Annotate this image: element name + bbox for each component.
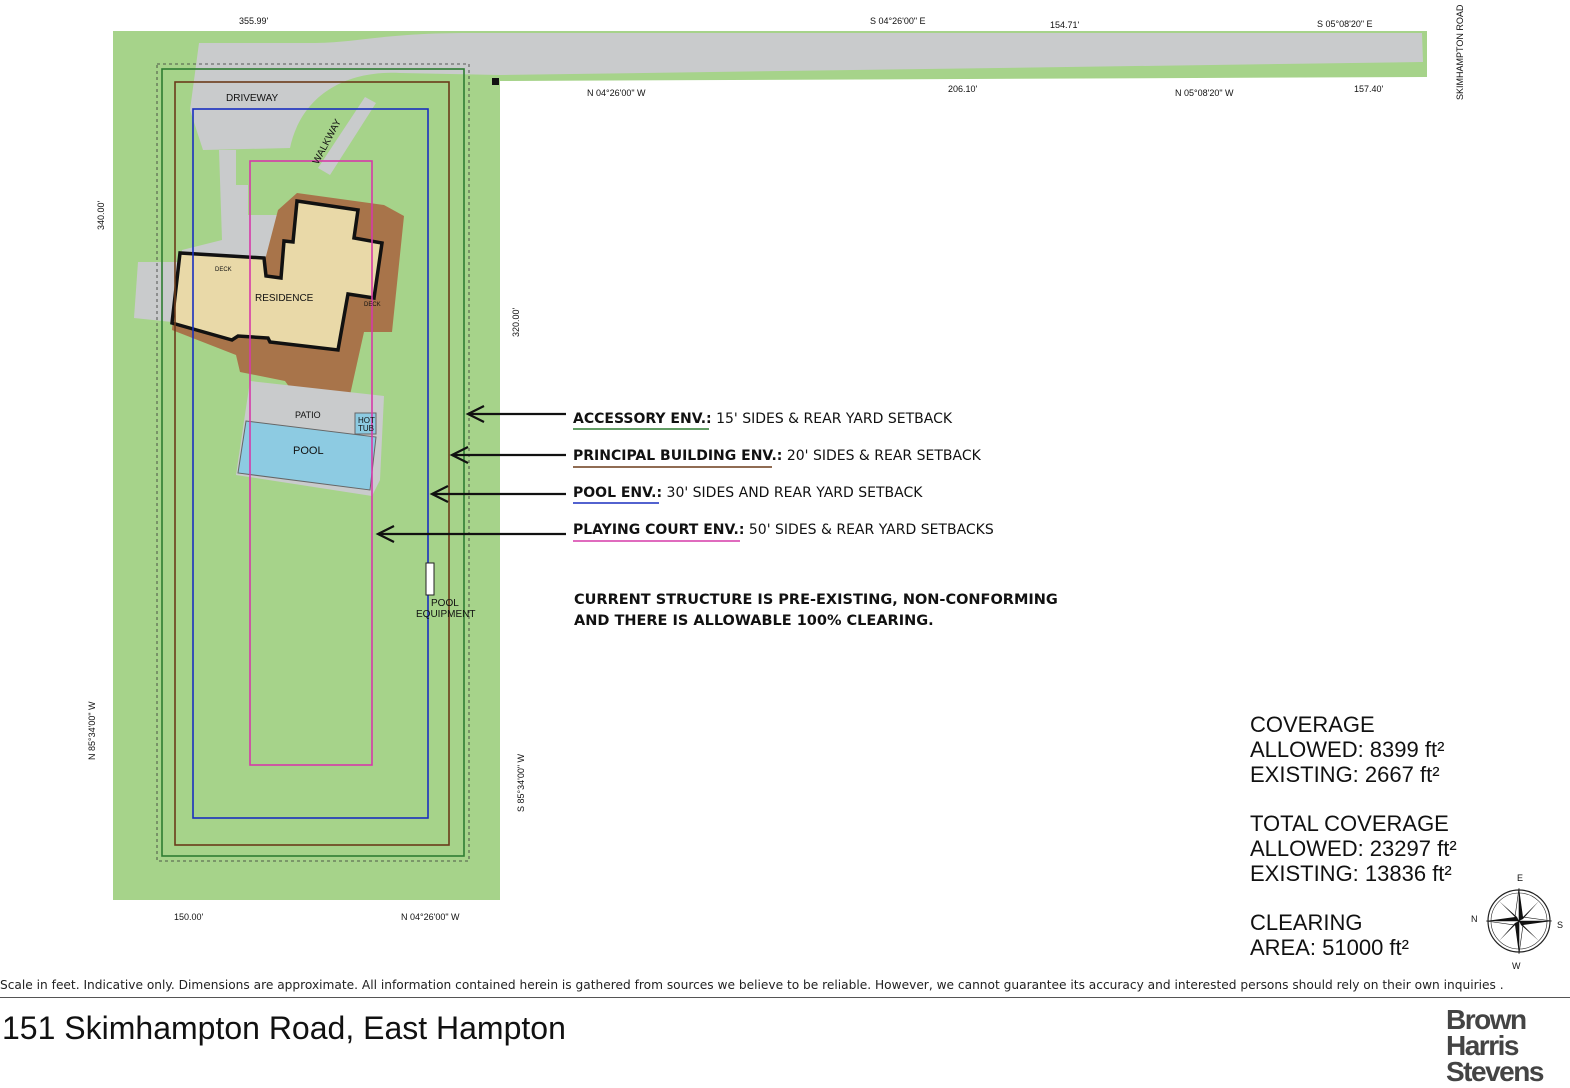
dim-inner-mid: 206.10' — [948, 84, 978, 94]
legend-accessory: ACCESSORY ENV.: 15' SIDES & REAR YARD SE… — [573, 411, 953, 427]
road-label: SKIMHAMPTON ROAD — [1455, 4, 1465, 100]
dim-right-bearing: S 85°34'00" W — [516, 753, 526, 812]
legend-pool: POOL ENV.: 30' SIDES AND REAR YARD SETBA… — [573, 485, 923, 501]
patio-label: PATIO — [295, 410, 321, 420]
compass-rose — [1485, 887, 1553, 955]
pool-equipment-pad — [425, 562, 435, 596]
dim-top-left: 355.99' — [239, 16, 269, 26]
hot-tub-label-2: TUB — [358, 424, 374, 433]
dim-bottom-left: 150.00' — [174, 912, 204, 922]
property-address: 151 Skimhampton Road, East Hampton — [2, 1010, 566, 1046]
dim-inner-right: 157.40' — [1354, 84, 1384, 94]
total-coverage-title: TOTAL COVERAGE — [1250, 811, 1449, 836]
dim-inner-bearing-2: N 05°08'20" W — [1175, 88, 1234, 98]
brand-line-3: Stevens — [1446, 1056, 1544, 1087]
note-line-2: AND THERE IS ALLOWABLE 100% CLEARING. — [574, 613, 934, 629]
pool-label: POOL — [293, 445, 324, 457]
coverage-existing: EXISTING: 2667 ft² — [1250, 762, 1440, 787]
pool-equipment-label-2: EQUIPMENT — [416, 609, 475, 620]
brand-logo: Brown Harris Stevens — [1446, 1006, 1564, 1087]
total-coverage-allowed: ALLOWED: 23297 ft² — [1250, 836, 1457, 861]
residence-label: RESIDENCE — [255, 293, 314, 304]
note-line-1: CURRENT STRUCTURE IS PRE-EXISTING, NON-C… — [574, 592, 1058, 608]
dim-left-bearing: N 85°34'00" W — [87, 701, 97, 760]
footer-divider — [0, 997, 1570, 998]
legend-principal: PRINCIPAL BUILDING ENV.: 20' SIDES & REA… — [573, 448, 982, 464]
dim-top-bearing-2: S 05°08'20" E — [1317, 19, 1373, 29]
lot-corner-marker — [492, 78, 499, 85]
compass-label-s: S — [1557, 920, 1563, 930]
site-plan: DRIVEWAY WALKWAY RESIDENCE DECK DECK PAT… — [87, 4, 1563, 971]
driveway-label: DRIVEWAY — [226, 93, 279, 104]
total-coverage-existing: EXISTING: 13836 ft² — [1250, 861, 1452, 886]
compass-label-e: E — [1517, 873, 1523, 883]
deck-label-right: DECK — [364, 302, 381, 308]
coverage-allowed: ALLOWED: 8399 ft² — [1250, 737, 1444, 762]
compass-label-w: W — [1512, 961, 1521, 971]
dim-inner-bearing-1: N 04°26'00" W — [587, 88, 646, 98]
compass-label-n: N — [1471, 914, 1478, 924]
dim-top-mid: 154.71' — [1050, 20, 1080, 30]
dim-right-side: 320.00' — [511, 307, 521, 337]
clearing-title: CLEARING — [1250, 910, 1362, 935]
coverage-title: COVERAGE — [1250, 712, 1375, 737]
dim-top-bearing-1: S 04°26'00" E — [870, 16, 926, 26]
deck-label-left: DECK — [215, 267, 232, 273]
disclaimer-text: Scale in feet. Indicative only. Dimensio… — [0, 978, 1504, 992]
pool-equipment-label-1: POOL — [431, 598, 459, 609]
clearing-area: AREA: 51000 ft² — [1250, 935, 1409, 960]
legend-court: PLAYING COURT ENV.: 50' SIDES & REAR YAR… — [573, 522, 994, 538]
dim-left-side: 340.00' — [96, 200, 106, 230]
dim-bottom-bearing: N 04°26'00" W — [401, 912, 460, 922]
